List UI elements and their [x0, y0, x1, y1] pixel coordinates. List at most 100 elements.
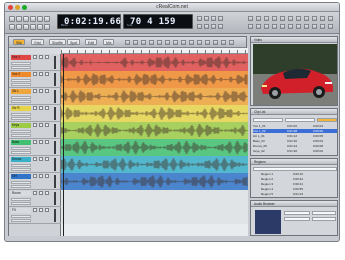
grid-button[interactable]	[264, 24, 269, 29]
clip-search-field[interactable]	[253, 118, 283, 122]
clip-list-row[interactable]: Bass_03 0:01:20 0:00:03	[253, 139, 337, 143]
track-lane[interactable]	[61, 54, 248, 71]
clip-list-row[interactable]: Drums_05 0:01:24 0:00:08	[253, 144, 337, 148]
track-playlist-field[interactable]	[11, 198, 31, 201]
grid-button[interactable]	[248, 16, 253, 21]
region-row[interactable]: Region 1 0:00:10	[253, 172, 337, 176]
transport-tool-button[interactable]	[37, 24, 43, 30]
track-automation-field[interactable]	[11, 134, 31, 137]
grid-button[interactable]	[288, 16, 293, 21]
record-arm-button[interactable]	[33, 106, 37, 110]
region-row[interactable]: Region 2 0:00:22	[253, 177, 337, 181]
edit-tool-button[interactable]	[205, 40, 210, 45]
mute-button[interactable]	[45, 106, 49, 110]
track-header[interactable]: OH	[9, 173, 61, 190]
tab-mix[interactable]: Mix	[103, 39, 115, 45]
track-automation-field[interactable]	[11, 219, 31, 222]
solo-button[interactable]	[39, 140, 43, 144]
mute-button[interactable]	[45, 191, 49, 195]
browser-field-1[interactable]	[284, 211, 310, 215]
edit-tool-button[interactable]	[229, 40, 234, 45]
record-arm-button[interactable]	[33, 208, 37, 212]
solo-button[interactable]	[39, 123, 43, 127]
tab-grid[interactable]: Grid	[31, 39, 44, 45]
clip-options-button[interactable]	[317, 118, 337, 122]
tab-edit[interactable]: Edit	[85, 39, 98, 45]
track-playlist-field[interactable]	[11, 181, 31, 184]
solo-button[interactable]	[39, 208, 43, 212]
transport-tool-button[interactable]	[30, 16, 36, 22]
track-name[interactable]: Keys	[11, 123, 31, 128]
transport-tool-button[interactable]	[23, 16, 29, 22]
grid-button[interactable]	[304, 16, 309, 21]
edit-tool-button[interactable]	[125, 40, 130, 45]
tab-spot[interactable]: Spot	[67, 39, 81, 45]
grid-button[interactable]	[256, 16, 261, 21]
edit-tool-button[interactable]	[197, 40, 202, 45]
grid-button[interactable]	[280, 16, 285, 21]
transport-tool-button[interactable]	[23, 24, 29, 30]
transport-tool-button[interactable]	[37, 16, 43, 22]
solo-button[interactable]	[39, 55, 43, 59]
track-name[interactable]: Vox 2	[11, 72, 31, 77]
track-header[interactable]: Bass	[9, 139, 61, 156]
record-arm-button[interactable]	[33, 191, 37, 195]
grid-button[interactable]	[304, 24, 309, 29]
track-name[interactable]: Room	[11, 191, 31, 196]
track-name[interactable]: Vox 1	[11, 55, 31, 60]
mute-button[interactable]	[45, 157, 49, 161]
mute-button[interactable]	[45, 174, 49, 178]
grid-button[interactable]	[296, 16, 301, 21]
transport-tool-button[interactable]	[44, 16, 50, 22]
playhead-cursor[interactable]	[63, 54, 64, 236]
edit-tool-button[interactable]	[213, 40, 218, 45]
mute-button[interactable]	[45, 55, 49, 59]
track-automation-field[interactable]	[11, 66, 31, 69]
transport-control-button[interactable]	[218, 16, 223, 21]
track-lane[interactable]	[61, 190, 248, 207]
grid-button[interactable]	[320, 24, 325, 29]
solo-button[interactable]	[39, 191, 43, 195]
region-row[interactable]: Region 3 0:00:41	[253, 182, 337, 186]
clip-list-row[interactable]: Gtr L_01 0:01:12 0:00:05	[253, 134, 337, 138]
record-arm-button[interactable]	[33, 174, 37, 178]
track-playlist-field[interactable]	[11, 113, 31, 116]
track-lane[interactable]	[61, 207, 248, 224]
grid-button[interactable]	[328, 24, 333, 29]
solo-button[interactable]	[39, 174, 43, 178]
edit-tool-button[interactable]	[173, 40, 178, 45]
track-playlist-field[interactable]	[11, 130, 31, 133]
edit-tool-button[interactable]	[157, 40, 162, 45]
track-name[interactable]: Drums	[11, 157, 31, 162]
track-lane[interactable]	[61, 139, 248, 156]
track-lane[interactable]	[61, 173, 248, 190]
grid-button[interactable]	[328, 16, 333, 21]
track-lane[interactable]	[61, 122, 248, 139]
track-name[interactable]: Gtr L	[11, 89, 31, 94]
grid-button[interactable]	[248, 24, 253, 29]
clip-list-row[interactable]: Keys_02 0:01:30 0:00:02	[253, 149, 337, 153]
mute-button[interactable]	[45, 89, 49, 93]
track-header[interactable]: Room	[9, 190, 61, 207]
transport-tool-button[interactable]	[9, 24, 15, 30]
transport-control-button[interactable]	[197, 24, 202, 29]
track-automation-field[interactable]	[11, 151, 31, 154]
record-arm-button[interactable]	[33, 72, 37, 76]
grid-button[interactable]	[296, 24, 301, 29]
transport-tool-button[interactable]	[9, 16, 15, 22]
transport-tool-button[interactable]	[44, 24, 50, 30]
track-lanes[interactable]	[61, 54, 248, 236]
grid-button[interactable]	[280, 24, 285, 29]
track-playlist-field[interactable]	[11, 147, 31, 150]
edit-tool-button[interactable]	[189, 40, 194, 45]
grid-button[interactable]	[288, 24, 293, 29]
mute-button[interactable]	[45, 140, 49, 144]
grid-button[interactable]	[320, 16, 325, 21]
track-playlist-field[interactable]	[11, 215, 31, 218]
region-row[interactable]: Region 4 0:00:55	[253, 187, 337, 191]
track-playlist-field[interactable]	[11, 164, 31, 167]
track-name[interactable]: OH	[11, 174, 31, 179]
track-automation-field[interactable]	[11, 83, 31, 86]
track-automation-field[interactable]	[11, 100, 31, 103]
grid-button[interactable]	[312, 16, 317, 21]
